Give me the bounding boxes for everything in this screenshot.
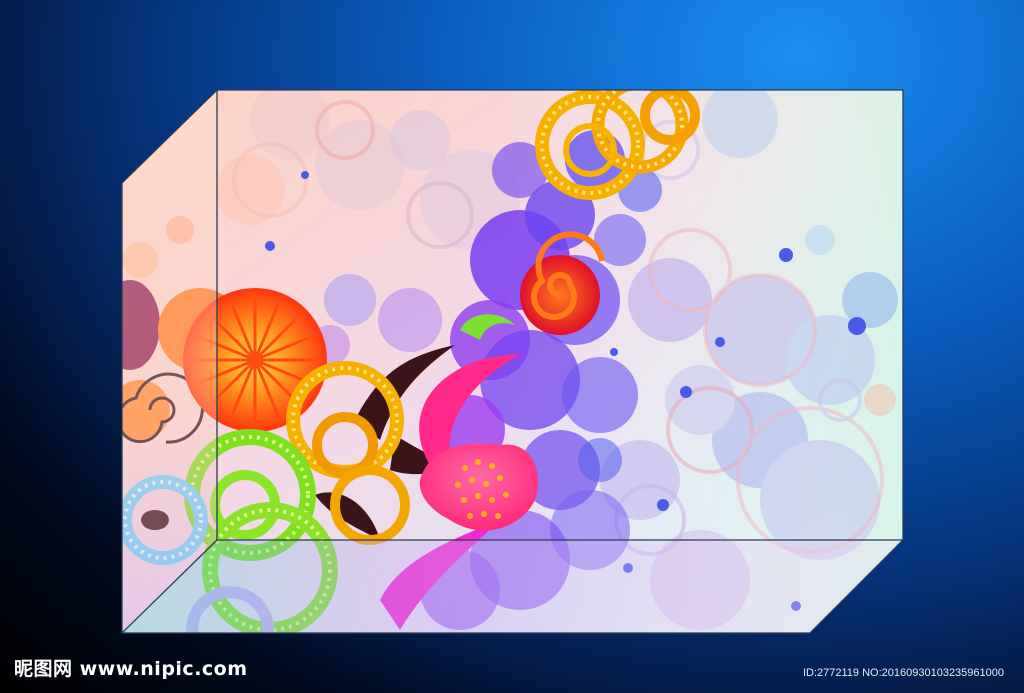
watermark-id: ID:2772119 NO:20160930103235961000 <box>802 667 1004 679</box>
box-bottom-face <box>122 540 903 633</box>
watermark-site: 昵图网 www.nipic.com <box>14 658 248 680</box>
framed-artwork <box>121 89 904 634</box>
box-left-face <box>122 90 217 633</box>
artwork-panel <box>122 90 903 633</box>
